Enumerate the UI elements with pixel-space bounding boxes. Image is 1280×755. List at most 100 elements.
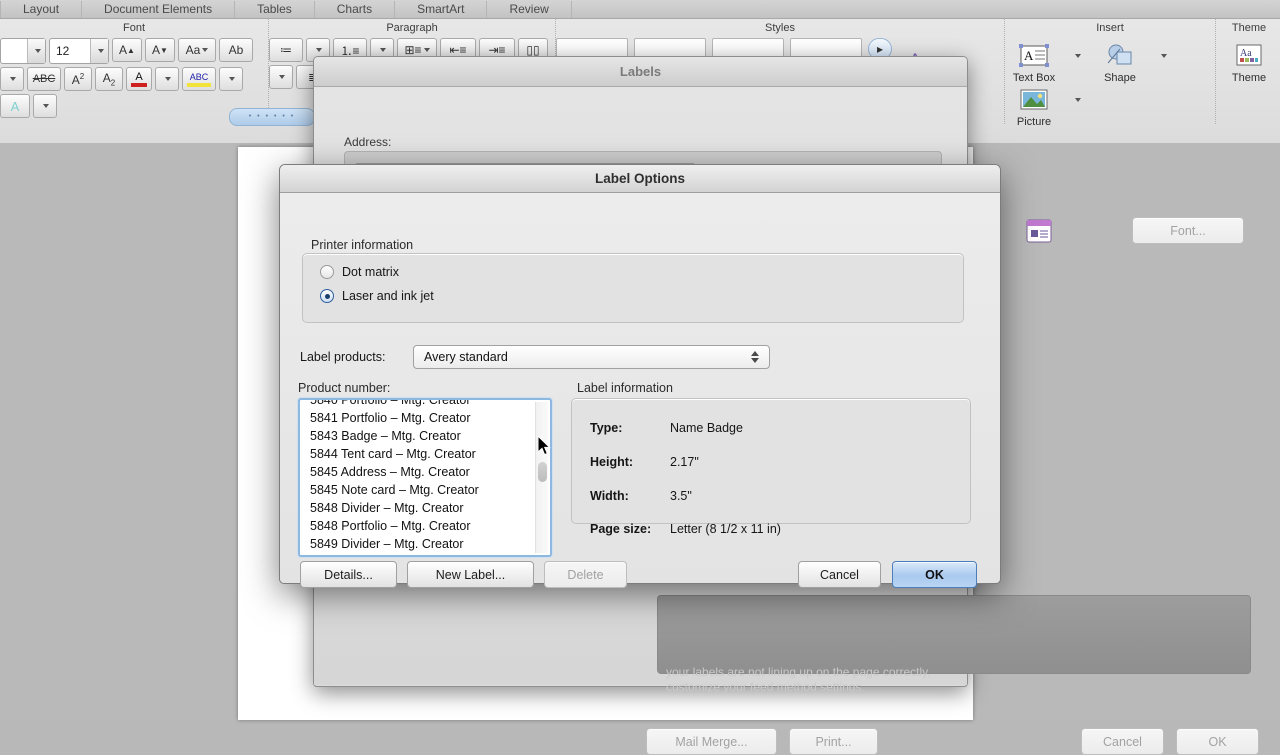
ribbon-tab-tables[interactable]: Tables	[235, 1, 315, 18]
font-size-value: 12	[50, 44, 90, 58]
strikethrough-button[interactable]: ABC	[27, 67, 61, 91]
ribbon-tab-layout[interactable]: Layout	[0, 1, 82, 18]
label-products-stepper-icon[interactable]	[747, 351, 769, 363]
font-size-dropdown-icon[interactable]	[90, 39, 108, 63]
text-effects-button[interactable]: A	[0, 94, 30, 118]
list-item[interactable]: 5849 Divider – Mtg. Creator	[300, 535, 550, 553]
ribbon-group-paragraph-label: Paragraph	[386, 20, 437, 36]
eraser-icon: Ab	[229, 43, 244, 57]
strikethrough-label: ABC	[33, 73, 56, 85]
label-options-title: Label Options	[280, 165, 1000, 193]
mouse-cursor	[538, 436, 552, 457]
product-number-label: Product number:	[298, 381, 390, 395]
subscript-button[interactable]: A2	[95, 67, 123, 91]
info-value-page-size: Letter (8 1/2 x 11 in)	[670, 522, 781, 536]
picture-dropdown-icon[interactable]	[1065, 86, 1089, 114]
info-value-width: 3.5"	[670, 489, 692, 503]
label-products-label: Label products:	[300, 350, 385, 364]
list-item[interactable]: 5840 Portfolio – Mtg. Creator	[300, 398, 550, 409]
delete-button: Delete	[544, 561, 627, 588]
font-name-combo[interactable]	[0, 38, 46, 64]
feed-note-line2: customize your feed method settings.	[666, 680, 865, 694]
text-box-dropdown-icon[interactable]	[1065, 42, 1089, 70]
label-products-select[interactable]: Avery standard	[413, 345, 770, 369]
radio-laser-ink-jet[interactable]: Laser and ink jet	[320, 289, 434, 303]
radio-dot-matrix[interactable]: Dot matrix	[320, 265, 399, 279]
font-size-combo[interactable]: 12	[49, 38, 109, 64]
radio-dot-matrix-label: Dot matrix	[342, 265, 399, 279]
superscript-button[interactable]: A2	[64, 67, 92, 91]
label-information-label: Label information	[577, 381, 673, 395]
change-case-button[interactable]: Aa	[178, 38, 216, 62]
printer-information-label: Printer information	[311, 238, 413, 252]
clear-formatting-button[interactable]: Ab	[219, 38, 253, 62]
font-button[interactable]: Font...	[1132, 217, 1244, 244]
picture-icon	[1017, 86, 1051, 114]
change-case-label: Aa	[186, 43, 201, 57]
new-label-button[interactable]: New Label...	[407, 561, 534, 588]
radio-laser-ink-jet-circle[interactable]	[320, 289, 334, 303]
text-box-icon: A	[1017, 42, 1051, 70]
insert-shape-button[interactable]: Shape	[1091, 42, 1149, 84]
info-value-type: Name Badge	[670, 421, 743, 435]
insert-text-box-button[interactable]: A Text Box	[1005, 42, 1063, 84]
info-key-height: Height:	[590, 455, 633, 469]
shape-icon	[1103, 42, 1137, 70]
label-options-dialog: Label Options Printer information Dot ma…	[279, 164, 1001, 584]
mail-merge-button[interactable]: Mail Merge...	[646, 728, 777, 755]
bulleted-list-icon[interactable]: ≔	[269, 38, 303, 62]
highlight-button[interactable]: ABC	[182, 67, 216, 91]
list-item[interactable]: 5848 Portfolio – Mtg. Creator	[300, 517, 550, 535]
ribbon-group-font-label: Font	[123, 20, 145, 36]
font-color-button[interactable]: A	[126, 67, 152, 91]
ribbon-tab-smartart[interactable]: SmartArt	[395, 1, 487, 18]
shrink-font-label: A	[152, 43, 160, 57]
font-color-dropdown-icon[interactable]	[155, 67, 179, 91]
list-item[interactable]: 5848 Divider – Mtg. Creator	[300, 499, 550, 517]
font-name-dropdown-icon[interactable]	[27, 39, 45, 63]
insert-text-box-label: Text Box	[1013, 72, 1055, 84]
theme-button[interactable]: Aa Theme	[1220, 42, 1278, 84]
feed-method-box	[657, 595, 1251, 674]
svg-text:A: A	[1024, 48, 1034, 63]
list-item[interactable]: 5843 Badge – Mtg. Creator	[300, 427, 550, 445]
list-item[interactable]: 5845 Note card – Mtg. Creator	[300, 481, 550, 499]
product-number-listbox[interactable]: 5840 Portfolio – Mtg. Creator 5841 Portf…	[298, 398, 552, 557]
ribbon-tab-review[interactable]: Review	[487, 1, 571, 18]
ribbon-tab-bar[interactable]: Layout Document Elements Tables Charts S…	[0, 0, 1280, 19]
insert-picture-button[interactable]: Picture	[1005, 86, 1063, 128]
cancel-button[interactable]: Cancel	[798, 561, 881, 588]
product-number-scrollbar[interactable]	[535, 402, 548, 553]
text-effects-icon: A	[11, 99, 20, 114]
product-number-scrollbar-thumb[interactable]	[538, 462, 547, 482]
toolbar-pill[interactable]: • • • • • •	[229, 108, 315, 126]
info-key-width: Width:	[590, 489, 629, 503]
labels-cancel-button[interactable]: Cancel	[1081, 728, 1164, 755]
columns-dropdown-icon[interactable]	[269, 65, 293, 89]
radio-laser-ink-jet-label: Laser and ink jet	[342, 289, 434, 303]
shrink-font-button[interactable]: A▼	[145, 38, 175, 62]
labels-ok-button[interactable]: OK	[1176, 728, 1259, 755]
print-button[interactable]: Print...	[789, 728, 878, 755]
details-button[interactable]: Details...	[300, 561, 397, 588]
info-value-height: 2.17"	[670, 455, 699, 469]
svg-text:Aa: Aa	[1240, 48, 1252, 59]
grow-font-label: A	[119, 43, 127, 57]
ribbon-tab-charts[interactable]: Charts	[315, 1, 395, 18]
list-item[interactable]: 5845 Address – Mtg. Creator	[300, 463, 550, 481]
ribbon-group-font: Font 12 A▲ A▼ Aa	[0, 19, 269, 124]
list-item[interactable]: 5841 Portfolio – Mtg. Creator	[300, 409, 550, 427]
ok-button[interactable]: OK	[892, 561, 977, 588]
highlight-swatch	[187, 83, 211, 87]
grow-font-button[interactable]: A▲	[112, 38, 142, 62]
superscript-icon: A2	[72, 72, 84, 87]
text-effects-dropdown-icon[interactable]	[33, 94, 57, 118]
address-book-icon[interactable]	[1024, 218, 1054, 244]
list-item[interactable]: 5844 Tent card – Mtg. Creator	[300, 445, 550, 463]
font-row2-caret[interactable]	[0, 67, 24, 91]
highlight-dropdown-icon[interactable]	[219, 67, 243, 91]
ribbon-tab-document-elements[interactable]: Document Elements	[82, 1, 235, 18]
radio-dot-matrix-circle[interactable]	[320, 265, 334, 279]
shape-dropdown-icon[interactable]	[1151, 42, 1175, 70]
font-color-icon: A	[135, 71, 142, 83]
